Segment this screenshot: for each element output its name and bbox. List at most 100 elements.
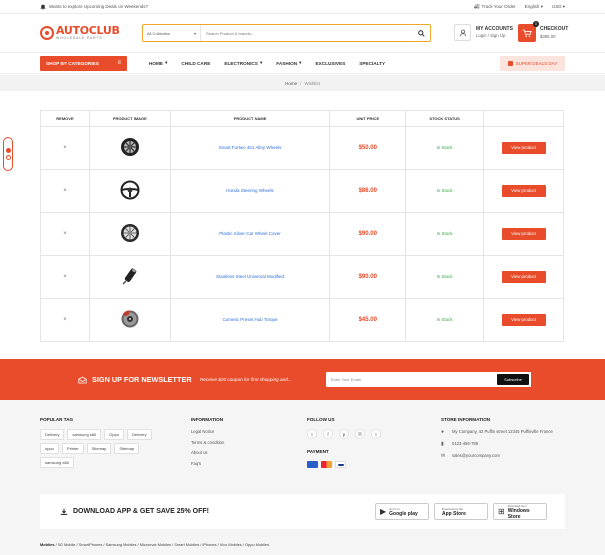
follow-section: FOLLOW US t f p ◎ t PAYMENT — [307, 417, 381, 468]
bottom-link[interactable]: SmartPhones — [79, 542, 103, 547]
checkout-title: CHECKOUT — [540, 26, 569, 33]
bottom-link[interactable]: Vivo Mobiles — [220, 542, 242, 547]
unit-price: $50.00 — [358, 145, 377, 151]
twitter-icon[interactable]: t — [307, 429, 317, 439]
windows-icon: ⊞ — [498, 507, 505, 516]
view-product-button[interactable]: View product — [501, 271, 546, 283]
tag-link[interactable]: oppo — [40, 443, 59, 454]
stock-status: In Stock — [436, 188, 453, 193]
product-name-link[interactable]: Honda Steering Wheels — [226, 188, 274, 193]
breadcrumb-separator: / — [300, 80, 302, 86]
product-name-link[interactable]: Smart Fortwo 451 Alloy Wheels — [219, 145, 282, 150]
remove-button[interactable]: × — [63, 317, 67, 323]
tag-link[interactable]: Delivery — [127, 429, 152, 440]
tag-link[interactable]: Delivery — [40, 429, 65, 440]
breadcrumb-home[interactable]: Home — [285, 81, 297, 86]
instagram-icon[interactable]: ◎ — [355, 429, 365, 439]
google-play-button[interactable]: ▶ Get it on Google play — [375, 503, 429, 520]
bottom-link[interactable]: Samsung Mobiles — [106, 542, 137, 547]
chevron-down-icon: ▾ — [562, 3, 565, 9]
alloy-wheel-icon — [120, 138, 139, 156]
google-play-icon: ▶ — [380, 507, 387, 516]
table-header-row: REMOVE PRODUCT IMAGE PRODUCT NAME UNIT P… — [40, 110, 564, 127]
remove-button[interactable]: × — [63, 188, 67, 194]
nav-item-home[interactable]: HOME ▾ — [142, 60, 174, 66]
product-image[interactable] — [88, 126, 171, 170]
shop-categories-button[interactable]: SHOP BY CATEGORIES ≡ — [40, 55, 127, 71]
product-image[interactable] — [88, 255, 171, 299]
user-icon — [454, 24, 471, 41]
nav-item-electronics[interactable]: ELECTRONICS ▾ — [217, 60, 269, 66]
unit-price: $86.00 — [358, 188, 377, 194]
table-row: × Stainless Steel Universal Modified $90… — [40, 255, 564, 299]
bottom-link[interactable]: iPhones — [202, 542, 216, 547]
info-link-about[interactable]: About us — [191, 450, 224, 455]
subscribe-button[interactable]: Subscribe — [497, 374, 529, 385]
tag-link[interactable]: Oppo — [104, 429, 125, 440]
tag-link[interactable]: Printer — [61, 443, 84, 454]
bottom-link[interactable]: 5G Mobile — [58, 542, 76, 547]
store-email[interactable]: sales@yourcompany.com — [452, 453, 500, 459]
search-category-select[interactable]: All Collection ▾ — [143, 25, 201, 41]
product-image[interactable] — [88, 212, 171, 256]
remove-button[interactable]: × — [63, 145, 67, 151]
stock-status: In Stock — [436, 231, 453, 236]
facebook-icon[interactable]: f — [323, 429, 333, 439]
account-title: MY ACCOUNTS — [476, 25, 513, 32]
top-bar: Wants to explore Upcoming Deals on Weeke… — [0, 0, 605, 14]
nav-item-exclusives[interactable]: EXCLUSIVES — [309, 60, 353, 66]
account-link[interactable]: MY ACCOUNTS Login / Sign Up — [454, 24, 513, 41]
info-link-faq[interactable]: Faq's — [191, 461, 224, 466]
side-floating-tab[interactable] — [3, 137, 13, 171]
remove-button[interactable]: × — [63, 231, 67, 237]
view-product-button[interactable]: View product — [501, 314, 546, 326]
exhaust-pipe-icon — [122, 268, 137, 285]
nav-item-specialty[interactable]: SPECIALTY — [352, 60, 392, 66]
view-product-button[interactable]: View product — [501, 185, 546, 197]
remove-button[interactable]: × — [63, 274, 67, 280]
product-name-link[interactable]: Plastic Silver Car Wheel Cover — [219, 231, 281, 236]
tag-link[interactable]: Sitemap — [114, 443, 140, 454]
nav-item-child-care[interactable]: CHILD CARE — [174, 60, 217, 66]
product-name-link[interactable]: Cometic Preset Hub Torque — [222, 317, 277, 322]
newsletter-email-input[interactable]: Enter Your Email — [326, 377, 497, 382]
gift-icon — [507, 61, 513, 66]
popular-tag-title: POPULAR TAG — [40, 417, 74, 422]
product-image[interactable] — [88, 298, 171, 342]
stock-status: In Stock — [436, 274, 453, 279]
search-input[interactable] — [201, 30, 412, 36]
checkout-link[interactable]: 0 CHECKOUT $385.00 — [518, 21, 569, 42]
info-link-terms[interactable]: Terms & condition — [191, 440, 224, 445]
bottom-link[interactable]: Oppo Mobiles — [245, 542, 269, 547]
nav-item-fashion[interactable]: FASHION ▾ — [269, 60, 308, 66]
logo[interactable]: AUTOCLUB WHOLESALE PARTS — [40, 25, 142, 40]
super-deals-button[interactable]: SUPER DEALS DAY — [500, 56, 565, 71]
app-store-button[interactable]: Download on the App Store — [434, 503, 488, 520]
currency-select[interactable]: USD ▾ — [552, 4, 565, 10]
search-button[interactable] — [412, 29, 430, 37]
bottom-links-label: Mobiles — [40, 542, 55, 547]
tag-link[interactable]: samsung s80 — [67, 429, 102, 440]
tag-link[interactable]: samsung a50 — [40, 457, 75, 468]
bottom-link[interactable]: Smart Mobiles — [174, 542, 199, 547]
windows-store-button[interactable]: ⊞ Download from Windows Store — [493, 503, 547, 520]
language-select[interactable]: English ▾ — [525, 4, 543, 10]
bottom-link[interactable]: Micromax Mobiles — [140, 542, 171, 547]
breadcrumb-current: Wishlist — [304, 80, 320, 86]
product-name-link[interactable]: Stainless Steel Universal Modified — [216, 274, 284, 279]
product-image[interactable] — [88, 169, 171, 213]
pinterest-icon[interactable]: p — [339, 429, 349, 439]
account-sub: Login / Sign Up — [476, 33, 506, 39]
phone-icon: ▮ — [441, 441, 444, 447]
store-info-section: STORE INFORMATION ● My Company, 42 Puffin… — [441, 417, 566, 465]
tag-link[interactable]: Sitemap — [86, 443, 112, 454]
view-product-button[interactable]: View product — [501, 142, 546, 154]
tumblr-icon[interactable]: t — [371, 429, 381, 439]
amex-icon — [307, 461, 318, 468]
track-order-link[interactable]: 🚚︎ Track Your Order — [474, 4, 516, 10]
wheel-cover-icon — [120, 224, 139, 242]
info-link-legal[interactable]: Legal Notice — [191, 429, 224, 434]
view-product-button[interactable]: View product — [501, 228, 546, 240]
table-row: × Honda Steering Wheels $86.00 In Stock … — [40, 169, 564, 213]
email-icon: ✉ — [441, 453, 446, 459]
